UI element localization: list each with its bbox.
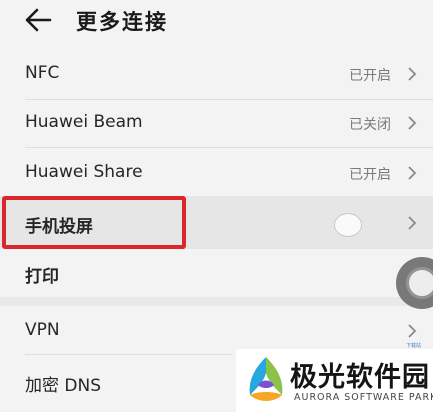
settings-item-label: Huawei Beam	[25, 112, 143, 132]
aurora-logo-icon	[249, 357, 283, 401]
watermark: 极光软件园 AURORA SOFTWARE PARK	[236, 349, 433, 412]
settings-item-label: NFC	[25, 63, 60, 83]
title-bar: 更多连接	[0, 0, 433, 46]
settings-item-huawei-share[interactable]: Huawei Share 已开启	[0, 148, 433, 195]
highlight-annotation-box	[2, 196, 186, 249]
chevron-right-icon	[408, 166, 417, 180]
settings-item-label: 加密 DNS	[25, 376, 102, 396]
status-value: 已开启	[349, 68, 391, 84]
settings-item-label: Huawei Share	[25, 162, 143, 182]
divider	[25, 354, 233, 355]
floating-ball-core	[406, 267, 433, 299]
watermark-subtitle: AURORA SOFTWARE PARK	[294, 392, 433, 403]
settings-item-print[interactable]: 打印	[0, 250, 433, 296]
status-value: 已关闭	[349, 117, 391, 133]
status-value: 已开启	[349, 167, 391, 183]
settings-item-huawei-beam[interactable]: Huawei Beam 已关闭	[0, 100, 433, 146]
watermark-tag: 下载站	[406, 343, 422, 349]
chevron-right-icon	[408, 67, 417, 81]
toggle-indicator[interactable]	[334, 213, 362, 237]
chevron-right-icon	[408, 324, 417, 338]
chevron-right-icon	[408, 216, 417, 230]
back-arrow-icon[interactable]	[24, 7, 52, 33]
chevron-right-icon	[408, 116, 417, 130]
settings-item-label: 打印	[25, 267, 59, 287]
settings-item-label: VPN	[25, 320, 60, 340]
settings-item-nfc[interactable]: NFC 已开启	[0, 50, 433, 98]
watermark-title: 极光软件园	[290, 362, 430, 393]
page-title: 更多连接	[76, 10, 168, 34]
settings-item-vpn[interactable]: VPN	[0, 307, 433, 353]
section-divider	[0, 297, 433, 306]
